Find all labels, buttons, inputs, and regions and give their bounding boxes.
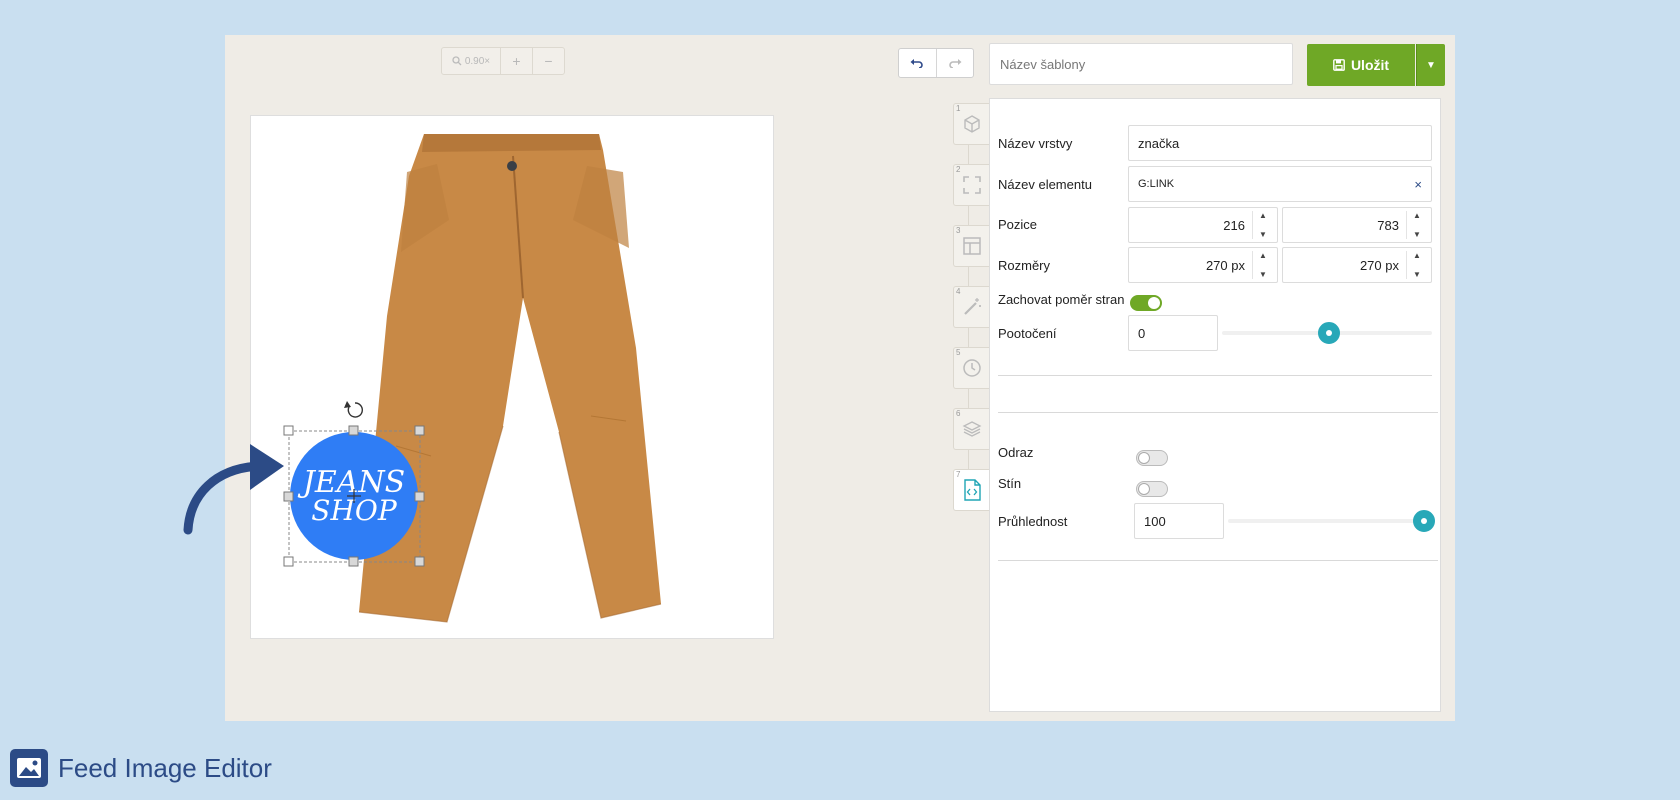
rotation-slider-handle[interactable] xyxy=(1318,322,1340,344)
shadow-label: Stín xyxy=(998,476,1022,491)
caret-down-icon: ▼ xyxy=(1426,59,1436,71)
spin-down-icon: ▼ xyxy=(1413,270,1421,279)
position-label: Pozice xyxy=(998,217,1038,232)
pants-image xyxy=(358,134,662,623)
zoom-out-button[interactable]: − xyxy=(533,48,564,74)
template-name-input[interactable]: Název šablony xyxy=(989,43,1293,85)
shadow-toggle[interactable] xyxy=(1136,481,1168,497)
clear-element-button[interactable]: × xyxy=(1414,177,1422,192)
spin-up-icon: ▲ xyxy=(1413,251,1421,260)
opacity-value: 100 xyxy=(1144,513,1166,529)
clock-icon xyxy=(963,359,981,377)
size-height-value: 270 px xyxy=(1359,257,1399,273)
tab-4[interactable]: 4 xyxy=(953,286,990,328)
image-editor-logo-icon xyxy=(10,749,48,787)
size-height-stepper[interactable]: ▲ ▼ xyxy=(1406,251,1427,279)
position-y-value: 783 xyxy=(1377,217,1399,233)
position-x-input[interactable]: 216 ▲ ▼ xyxy=(1128,207,1278,243)
zoom-toolbar: 0.90× + − xyxy=(441,47,565,75)
magnifier-icon xyxy=(452,56,462,66)
cube-icon xyxy=(964,115,980,133)
layer-name-input[interactable]: značka xyxy=(1128,125,1432,161)
properties-panel: Název vrstvy značka Název elementu G:LIN… xyxy=(989,98,1441,712)
size-width-stepper[interactable]: ▲ ▼ xyxy=(1252,251,1273,279)
keep-ratio-toggle[interactable] xyxy=(1130,295,1162,311)
code-file-icon xyxy=(964,479,981,501)
undo-button[interactable] xyxy=(899,49,937,77)
undo-icon xyxy=(910,59,923,68)
tab-7[interactable]: 7 xyxy=(953,469,990,511)
layer-name-value: značka xyxy=(1138,135,1180,151)
template-name-placeholder: Název šablony xyxy=(1000,56,1086,72)
canvas-artwork: JEANS SHOP xyxy=(283,134,662,623)
element-name-select[interactable]: G:LINK × xyxy=(1128,166,1432,202)
spin-up-icon: ▲ xyxy=(1413,211,1421,220)
spin-down-icon: ▼ xyxy=(1259,270,1267,279)
size-label: Rozměry xyxy=(998,258,1051,273)
editor-window: 0.90× + − Název šablony Uložit ▼ JEANS S… xyxy=(183,35,1455,721)
size-width-input[interactable]: 270 px ▲ ▼ xyxy=(1128,247,1278,283)
position-x-stepper[interactable]: ▲ ▼ xyxy=(1252,211,1273,239)
history-buttons xyxy=(898,48,974,78)
reflection-label: Odraz xyxy=(998,445,1034,460)
brand-name: Feed Image Editor xyxy=(58,752,272,783)
reflection-toggle[interactable] xyxy=(1136,450,1168,466)
curved-arrow-icon xyxy=(183,444,284,535)
layers-icon xyxy=(962,421,982,437)
opacity-label: Průhlednost xyxy=(998,514,1068,529)
magic-wand-icon xyxy=(964,298,981,315)
spin-down-icon: ▼ xyxy=(1413,230,1421,239)
size-height-input[interactable]: 270 px ▲ ▼ xyxy=(1282,247,1432,283)
redo-button[interactable] xyxy=(937,49,974,77)
rotate-handle-icon[interactable] xyxy=(344,401,363,418)
zoom-in-button[interactable]: + xyxy=(501,48,533,74)
layout-icon xyxy=(963,237,981,255)
save-button[interactable]: Uložit xyxy=(1307,44,1415,86)
divider xyxy=(998,412,1438,413)
fullscreen-icon xyxy=(963,176,981,194)
position-x-value: 216 xyxy=(1223,217,1245,233)
opacity-slider-handle[interactable] xyxy=(1413,510,1435,532)
design-canvas[interactable]: JEANS SHOP xyxy=(250,115,774,639)
tab-2[interactable]: 2 xyxy=(953,164,990,206)
position-y-stepper[interactable]: ▲ ▼ xyxy=(1406,211,1427,239)
save-label: Uložit xyxy=(1350,57,1390,73)
tab-1[interactable]: 1 xyxy=(953,103,990,145)
brand: Feed Image Editor xyxy=(10,749,272,787)
redo-icon xyxy=(949,59,962,68)
spin-up-icon: ▲ xyxy=(1259,211,1267,220)
element-name-label: Název elementu xyxy=(998,177,1092,192)
rotation-input[interactable]: 0 xyxy=(1128,315,1218,351)
keep-ratio-label: Zachovat poměr stran xyxy=(998,292,1125,307)
element-name-value: G:LINK xyxy=(1138,178,1175,190)
divider xyxy=(998,375,1432,376)
size-width-value: 270 px xyxy=(1205,257,1245,273)
opacity-input[interactable]: 100 xyxy=(1134,503,1224,539)
tab-6[interactable]: 6 xyxy=(953,408,990,450)
tab-3[interactable]: 3 xyxy=(953,225,990,267)
zoom-level-button[interactable]: 0.90× xyxy=(442,48,501,74)
tab-5[interactable]: 5 xyxy=(953,347,990,389)
spin-down-icon: ▼ xyxy=(1259,230,1267,239)
spin-up-icon: ▲ xyxy=(1259,251,1267,260)
divider xyxy=(998,560,1438,561)
opacity-slider-track[interactable] xyxy=(1228,519,1422,523)
rotation-value: 0 xyxy=(1138,325,1146,341)
zoom-level-label: 0.90× xyxy=(464,55,491,67)
save-options-dropdown[interactable]: ▼ xyxy=(1416,44,1445,86)
rotation-label: Pootočení xyxy=(998,326,1057,341)
layer-name-label: Název vrstvy xyxy=(998,136,1073,151)
position-y-input[interactable]: 783 ▲ ▼ xyxy=(1282,207,1432,243)
floppy-disk-icon xyxy=(1333,59,1345,71)
